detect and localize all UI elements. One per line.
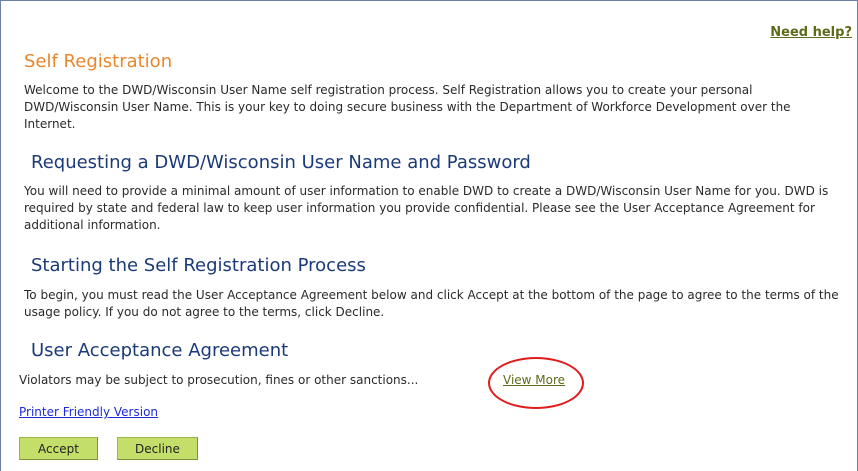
starting-heading: Starting the Self Registration Process — [31, 255, 366, 276]
requesting-heading: Requesting a DWD/Wisconsin User Name and… — [31, 152, 531, 173]
accept-button[interactable]: Accept — [19, 437, 98, 460]
printer-friendly-link[interactable]: Printer Friendly Version — [19, 404, 158, 421]
self-registration-heading: Self Registration — [24, 51, 173, 72]
highlight-circle — [488, 357, 584, 409]
requesting-text: You will need to provide a minimal amoun… — [24, 184, 829, 232]
need-help-link[interactable]: Need help? — [770, 25, 852, 40]
decline-button[interactable]: Decline — [117, 437, 198, 460]
self-registration-text: Welcome to the DWD/Wisconsin User Name s… — [24, 83, 791, 131]
agreement-text: Violators may be subject to prosecution,… — [19, 373, 419, 387]
agreement-heading: User Acceptance Agreement — [31, 340, 289, 361]
starting-text: To begin, you must read the User Accepta… — [24, 288, 839, 319]
